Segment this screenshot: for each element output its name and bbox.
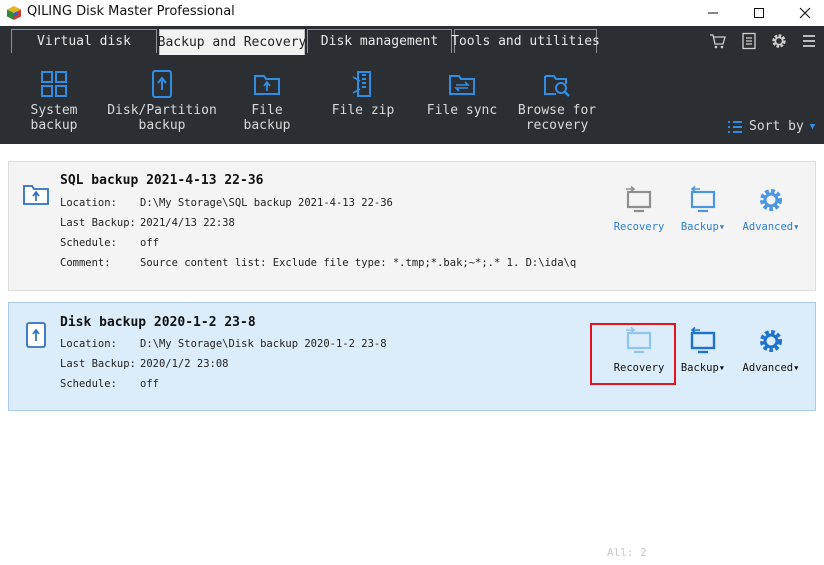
app-logo-icon — [7, 6, 21, 20]
file-sync-label: File sync — [426, 103, 498, 118]
last-backup-value: 2021/4/13 22:38 — [140, 217, 235, 229]
disk-backup-task-icon — [26, 322, 46, 348]
file-sync-button[interactable]: File sync — [424, 69, 500, 118]
file-backup-icon — [254, 75, 280, 95]
schedule-label: Schedule: — [60, 237, 117, 249]
sort-by-button[interactable]: Sort by ▼ — [727, 119, 815, 134]
system-backup-label: System backup — [30, 103, 78, 133]
file-sync-icon — [449, 75, 475, 95]
advanced-dropdown-button[interactable]: Advanced▾ — [736, 326, 806, 374]
backup-task-card-selected[interactable]: Disk backup 2020-1-2 23-8 Location: D:\M… — [8, 302, 816, 411]
comment-label: Comment: — [60, 257, 111, 269]
schedule-label: Schedule: — [60, 378, 117, 390]
recovery-label: Recovery — [613, 362, 665, 374]
backup-task-title: SQL backup 2021-4-13 22-36 — [60, 173, 264, 188]
recovery-button[interactable]: Recovery — [604, 326, 674, 374]
tab-virtual-disk[interactable]: Virtual disk — [11, 29, 157, 53]
advanced-gear-icon — [760, 189, 782, 211]
disk-partition-backup-button[interactable]: Disk/Partition backup — [107, 69, 217, 133]
file-backup-task-icon — [23, 185, 49, 205]
last-backup-label: Last Backup: — [60, 217, 136, 229]
close-icon — [799, 7, 811, 19]
recovery-monitor-icon — [626, 326, 652, 354]
advanced-label: Advanced▾ — [742, 362, 800, 374]
window-title: QILING Disk Master Professional — [27, 4, 235, 19]
tab-tools-and-utilities[interactable]: Tools and utilities — [451, 29, 600, 53]
file-zip-label: File zip — [331, 103, 395, 118]
tab-disk-management[interactable]: Disk management — [307, 29, 452, 53]
cart-icon[interactable] — [709, 32, 727, 50]
sort-by-label: Sort by — [749, 119, 804, 134]
browse-recovery-icon — [544, 75, 570, 97]
location-value: D:\My Storage\Disk backup 2020-1-2 23-8 — [140, 338, 387, 350]
location-label: Location: — [60, 197, 117, 209]
advanced-label: Advanced▾ — [742, 221, 800, 233]
last-backup-label: Last Backup: — [60, 358, 136, 370]
minimize-icon — [708, 12, 718, 14]
backup-task-title: Disk backup 2020-1-2 23-8 — [60, 315, 256, 330]
file-zip-icon — [352, 71, 371, 97]
advanced-dropdown-button[interactable]: Advanced▾ — [736, 185, 806, 233]
schedule-value: off — [140, 237, 159, 249]
browse-for-recovery-button[interactable]: Browse for recovery — [514, 69, 600, 133]
last-backup-value: 2020/1/2 23:08 — [140, 358, 229, 370]
backup-label: Backup▾ — [680, 362, 726, 374]
settings-gear-icon[interactable] — [770, 32, 788, 50]
disk-partition-backup-icon — [152, 70, 172, 98]
title-bar: QILING Disk Master Professional — [0, 0, 824, 26]
browse-for-recovery-label: Browse for recovery — [517, 103, 597, 133]
disk-partition-backup-label: Disk/Partition backup — [107, 103, 217, 133]
file-backup-label: File backup — [243, 103, 291, 133]
location-label: Location: — [60, 338, 117, 350]
schedule-value: off — [140, 378, 159, 390]
recovery-label: Recovery — [613, 221, 665, 233]
system-backup-button[interactable]: System backup — [8, 69, 100, 133]
backup-monitor-icon — [690, 326, 716, 354]
backup-label: Backup▾ — [680, 221, 726, 233]
notes-icon[interactable] — [740, 32, 758, 50]
sort-dropdown-arrow-icon: ▼ — [809, 121, 816, 132]
location-value: D:\My Storage\SQL backup 2021-4-13 22-36 — [140, 197, 393, 209]
list-icon — [728, 120, 742, 133]
maximize-button[interactable] — [736, 0, 782, 26]
backup-count: All: 2 — [607, 546, 647, 559]
tab-backup-and-recovery[interactable]: Backup and Recovery — [158, 29, 306, 55]
minimize-button[interactable] — [690, 0, 736, 26]
recovery-button[interactable]: Recovery — [604, 185, 674, 233]
maximize-icon — [754, 8, 764, 18]
file-zip-button[interactable]: File zip — [328, 69, 398, 118]
backup-task-card[interactable]: SQL backup 2021-4-13 22-36 Location: D:\… — [8, 161, 816, 291]
system-backup-icon — [41, 71, 67, 97]
recovery-monitor-icon — [626, 185, 652, 213]
comment-value: Source content list: Exclude file type: … — [140, 257, 577, 269]
function-toolbar: System backup Disk/Partition backup File… — [0, 55, 824, 144]
backup-dropdown-button[interactable]: Backup▾ — [668, 326, 738, 374]
menu-icon[interactable] — [800, 32, 818, 50]
main-tab-bar: Virtual disk Backup and Recovery Disk ma… — [0, 26, 824, 55]
advanced-gear-icon — [760, 330, 782, 352]
file-backup-button[interactable]: File backup — [226, 69, 308, 133]
backup-dropdown-button[interactable]: Backup▾ — [668, 185, 738, 233]
backup-monitor-icon — [690, 185, 716, 213]
close-button[interactable] — [782, 0, 824, 26]
